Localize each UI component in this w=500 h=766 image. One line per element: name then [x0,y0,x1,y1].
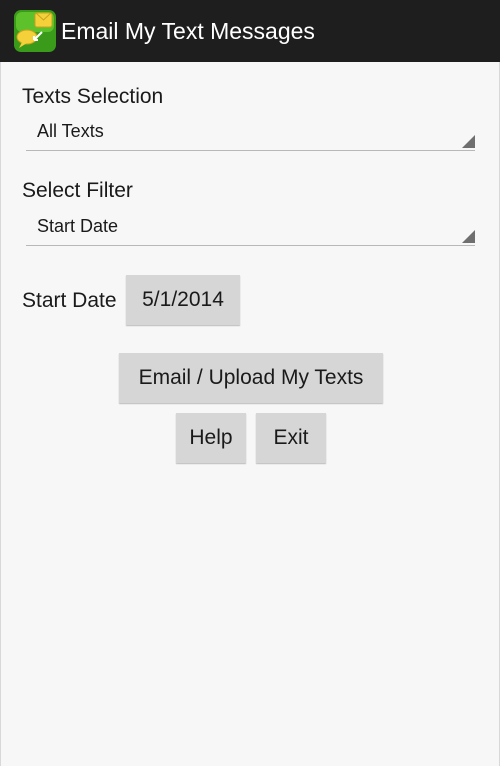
select-filter-spinner[interactable]: Start Date [26,212,475,246]
action-bar: Email My Text Messages [0,0,500,62]
email-upload-button[interactable]: Email / Upload My Texts [119,353,383,403]
dropdown-arrow-icon [462,135,475,148]
texts-selection-value: All Texts [37,121,104,141]
start-date-label: Start Date [22,289,117,312]
dropdown-arrow-icon [462,230,475,243]
texts-selection-label: Texts Selection [22,85,164,108]
texts-selection-spinner[interactable]: All Texts [26,117,475,151]
help-button[interactable]: Help [176,413,246,463]
select-filter-value: Start Date [37,216,119,236]
exit-button[interactable]: Exit [256,413,326,463]
start-date-button[interactable]: 5/1/2014 [126,275,240,325]
chat-bubbles-app-icon[interactable] [14,10,56,52]
select-filter-label: Select Filter [22,179,133,202]
main-content: Texts Selection All Texts Select Filter … [0,62,500,766]
app-title: Email My Text Messages [61,18,315,44]
